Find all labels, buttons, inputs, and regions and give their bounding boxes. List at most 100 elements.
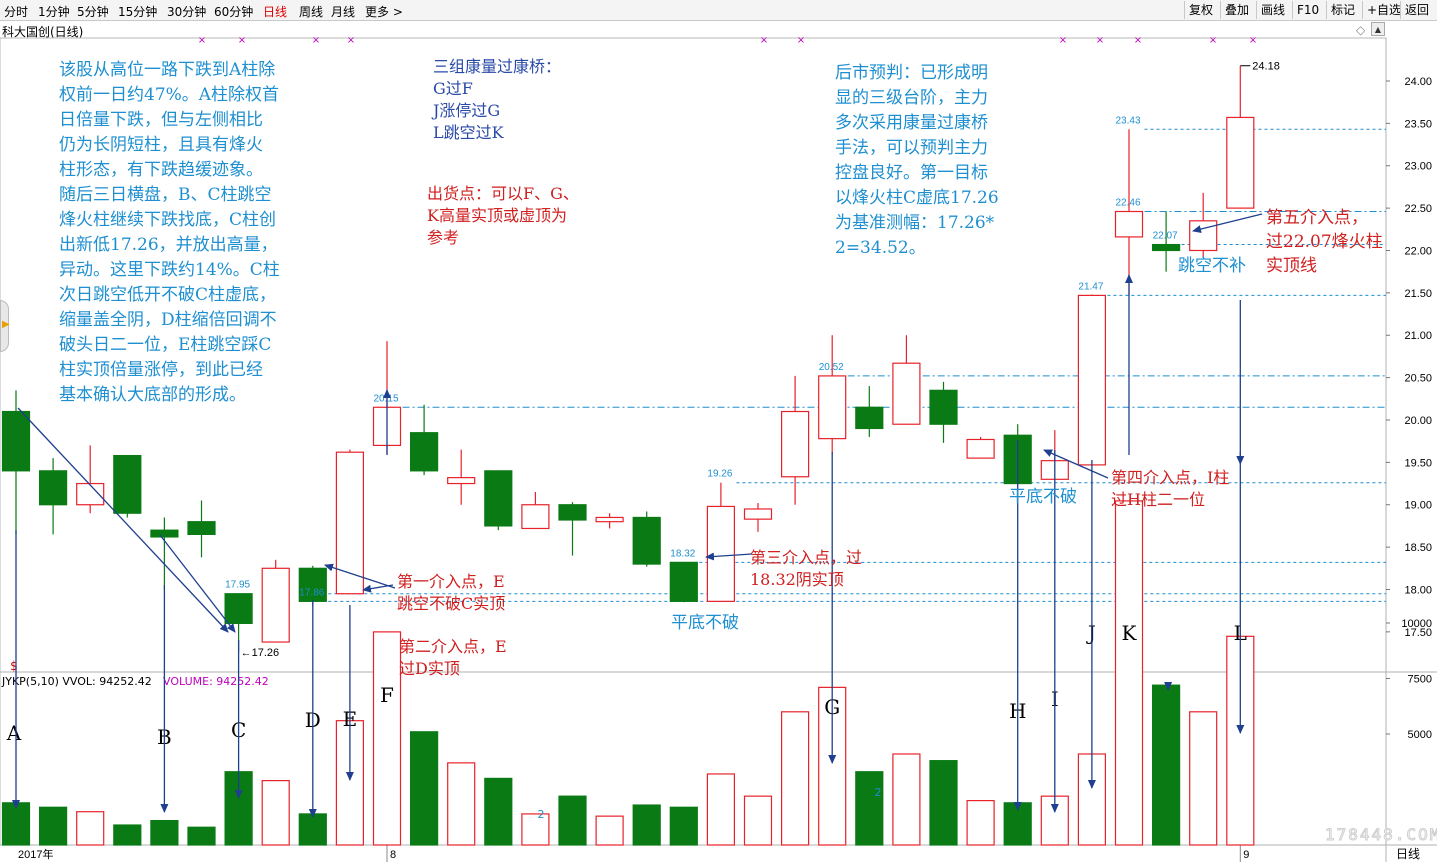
candle-body [818, 375, 847, 440]
candle-18 [669, 561, 698, 603]
candle-22 [818, 335, 847, 454]
annotation-flat-bottom-1: 平底不破 [671, 613, 739, 633]
volume-bar [1114, 500, 1144, 846]
candle-body [966, 438, 995, 459]
candle-body [929, 389, 958, 425]
candle-body [410, 432, 439, 472]
candle-body [743, 508, 773, 520]
price-tick-label: 22.00 [1404, 245, 1432, 257]
price-tick-label: 21.00 [1404, 330, 1432, 342]
candle-15 [558, 502, 587, 556]
letter-label-K: K [1122, 621, 1138, 645]
price-label: 20.15 [374, 393, 399, 404]
candle-7 [261, 559, 290, 643]
top-marker: × [1209, 35, 1217, 46]
annotation-story: 该股从高位一路下跌到A柱除 权前一日约47%。A柱除权首 日倍量下跌，但与左侧相… [59, 60, 280, 405]
candle-25 [929, 381, 958, 443]
price-label: 22.46 [1116, 198, 1141, 209]
price-label: 21.47 [1078, 281, 1103, 292]
top-marker: × [1134, 35, 1142, 46]
volume-tick-label: 7500 [1408, 674, 1432, 686]
price-tick-label: 20.00 [1404, 415, 1432, 427]
candle-33 [1226, 65, 1255, 209]
volume-bar [447, 762, 476, 846]
candle-body [706, 505, 736, 602]
letter-label-J: J [1086, 621, 1096, 645]
candle-body [1114, 210, 1144, 238]
volume-tick-label: 5000 [1408, 729, 1432, 741]
candle-body [521, 504, 550, 530]
top-marker: × [312, 35, 320, 46]
candle-body [335, 451, 364, 595]
candle-24 [892, 335, 921, 425]
candle-body [595, 516, 624, 523]
volume-bar [558, 795, 587, 846]
volume-bar [1151, 684, 1181, 846]
annotation-entry-4: 第四介入点，I柱 过H柱二一位 [1111, 468, 1230, 509]
candle-29 [1077, 294, 1107, 466]
candle-body [150, 529, 179, 538]
annotation-forecast: 后市预判：已形成明 显的三级台阶，主力 多次采用康量过康桥 手法，可以预判主力 … [835, 63, 999, 258]
candle-11 [410, 404, 439, 476]
volume-bar [929, 760, 958, 846]
price-tick-label: 24.00 [1404, 76, 1432, 88]
price-label: 19.26 [707, 469, 732, 480]
price-label: 20.52 [819, 362, 844, 373]
candle-body [892, 362, 921, 425]
arrow-b-to-c [159, 534, 236, 633]
candle-body [38, 470, 68, 506]
volume-marker: 2 [538, 808, 545, 821]
volume-bar [150, 819, 179, 846]
volume-bar [966, 799, 995, 846]
price-tick-label: 21.50 [1404, 288, 1432, 300]
candle-3 [113, 454, 142, 518]
candle-17 [632, 511, 661, 567]
candle-body [113, 454, 142, 514]
annotation-flat-bottom-2: 平底不破 [1009, 487, 1077, 507]
volume-bar [38, 806, 68, 846]
price-label: 22.07 [1153, 231, 1178, 242]
volume-bar [1189, 711, 1218, 846]
x-axis-label: 8 [390, 849, 396, 861]
price-tick-label: 20.50 [1404, 373, 1432, 385]
price-tick-label: 18.00 [1404, 584, 1432, 596]
candle-30 [1114, 129, 1144, 296]
candle-21 [780, 375, 810, 505]
candle-32 [1189, 192, 1218, 258]
annotation-bridges: 三组康量过康桥： G过F J涨停过G L跳空过K [433, 57, 562, 142]
price-label: 17.86 [299, 587, 324, 598]
volume-bar [632, 804, 661, 846]
volume-bar [261, 780, 290, 846]
volume-bar [706, 773, 736, 846]
period-label: 日线 [1396, 847, 1420, 861]
candle-19 [706, 482, 736, 602]
top-marker: × [1059, 35, 1067, 46]
candle-body [261, 567, 290, 643]
letter-label-F: F [380, 683, 394, 707]
candle-body [1, 410, 31, 472]
annotation-entry-3: 第三介入点，过 18.32阴实顶 [750, 548, 863, 589]
price-label: ←17.26 [241, 647, 280, 659]
candle-26 [966, 436, 995, 459]
candle-body [855, 406, 884, 430]
letter-label-A: A [6, 721, 22, 745]
annotation-gap-unfilled: 跳空不补 [1178, 256, 1246, 276]
volume-bar [484, 777, 513, 846]
volume-bar [669, 806, 698, 846]
annotation-sell-point: 出货点：可以F、G、 K高量实顶或虚顶为 参考 [427, 184, 579, 247]
candle-body [669, 561, 698, 602]
volume-bar [743, 795, 773, 846]
volume-bar [187, 826, 216, 846]
candle-body [558, 504, 587, 521]
candle-31 [1151, 211, 1181, 272]
volume-bar [521, 813, 550, 846]
candle-body [632, 516, 661, 565]
candle-body [1189, 220, 1218, 252]
volume-bar [113, 824, 142, 846]
candle-5 [187, 500, 216, 558]
candle-20 [743, 503, 773, 532]
price-label: 18.32 [670, 548, 695, 559]
candle-body [224, 593, 253, 624]
volume-bar [780, 711, 810, 846]
top-marker: × [347, 35, 355, 46]
